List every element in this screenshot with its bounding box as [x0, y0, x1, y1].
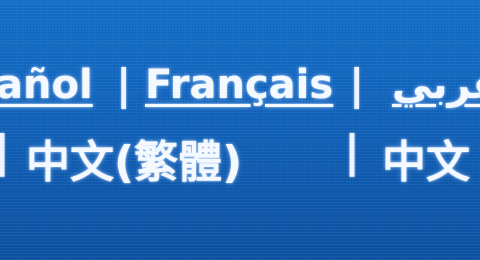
language-link-chinese-traditional[interactable]: 中文(繁體): [26, 126, 242, 190]
language-link-spanish[interactable]: añol: [0, 62, 93, 108]
language-link-arabic[interactable]: عربي: [392, 62, 480, 108]
separator: |: [344, 126, 361, 177]
separator: |: [0, 126, 11, 177]
language-link-chinese[interactable]: 中文: [382, 126, 470, 190]
separator: |: [116, 60, 132, 109]
language-link-french[interactable]: Français: [145, 62, 333, 108]
separator: |: [349, 60, 365, 109]
